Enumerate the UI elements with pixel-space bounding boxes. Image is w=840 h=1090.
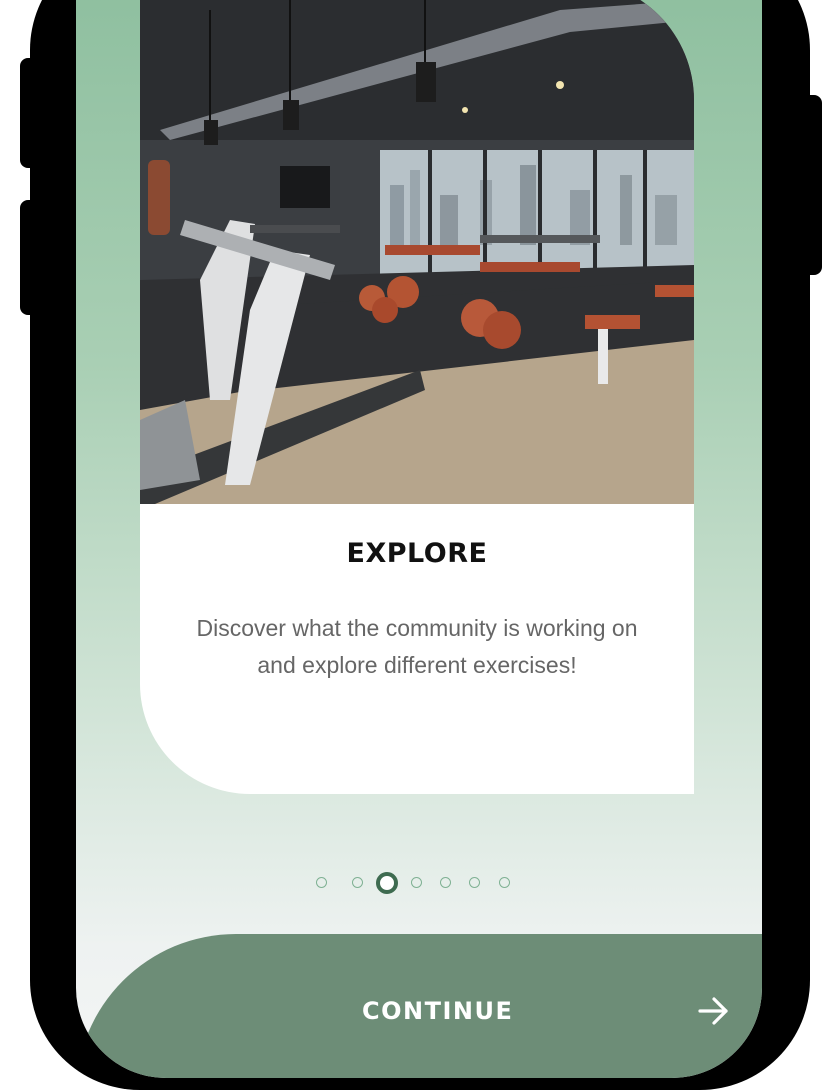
page-dot-1[interactable] — [316, 877, 327, 888]
page-dot-6[interactable] — [469, 877, 480, 888]
step-title: EXPLORE — [346, 538, 488, 569]
page-dot-7[interactable] — [499, 877, 510, 888]
volume-down-button — [20, 200, 42, 315]
onboarding-screen: EXPLORE Discover what the community is w… — [76, 0, 762, 1078]
power-button — [800, 95, 822, 275]
continue-label[interactable]: CONTINUE — [362, 997, 513, 1025]
page-dot-4[interactable] — [411, 877, 422, 888]
step-description: Discover what the community is working o… — [196, 615, 638, 678]
onboarding-card[interactable]: EXPLORE Discover what the community is w… — [140, 0, 694, 794]
gym-photo — [140, 0, 694, 504]
page-indicator — [76, 872, 762, 896]
volume-up-button — [20, 58, 42, 168]
page-dot-3-active[interactable] — [376, 872, 398, 894]
page-dot-5[interactable] — [440, 877, 451, 888]
page-dot-2[interactable] — [352, 877, 363, 888]
arrow-right-icon[interactable] — [696, 993, 732, 1029]
